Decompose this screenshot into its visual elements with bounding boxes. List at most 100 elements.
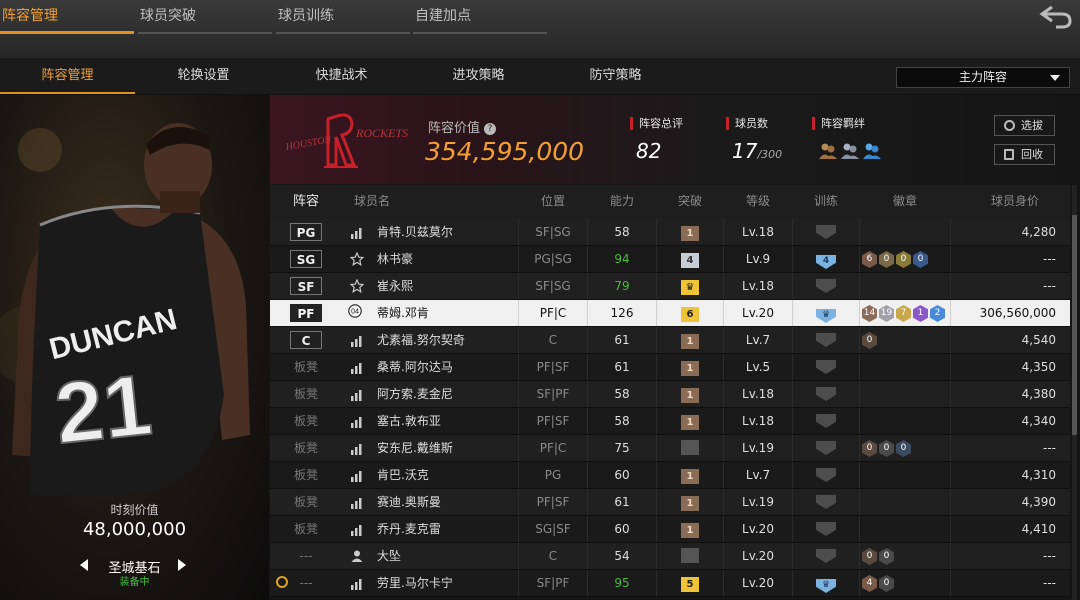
table-row[interactable]: SG 林书豪 PG|SG 94 4 Lv.9 4 6 0 0 0 --- [270,246,1070,273]
badge-hex-icon: 4 [862,575,877,592]
training-cell[interactable] [792,327,860,353]
col-position[interactable]: 位置 [518,185,588,218]
lineup-slot-cell[interactable]: SG [270,246,342,272]
table-row[interactable]: 板凳 乔丹.麦克雷 SG|SF 60 1 Lv.20 4,410 [270,516,1070,543]
subtab-defense[interactable]: 防守策略 [548,58,683,94]
training-cell[interactable] [792,273,860,299]
tab-custom-points[interactable]: 自建加点 [413,0,547,34]
lineup-slot-badge: SG [290,250,322,268]
player-name: 桑蒂.阿尔达马 [377,360,453,374]
lineup-slot-cell[interactable]: PG [270,219,342,245]
player-name: 崔永熙 [377,279,414,293]
subtab-rotation[interactable]: 轮换设置 [136,58,271,94]
table-header: 阵容 球员名 位置 能力 突破 等级 训练 徽章 球员身价 [270,185,1070,219]
level-cell: Lv.7 [745,468,771,482]
lineup-slot-cell[interactable]: 板凳 [270,462,342,488]
training-cell[interactable] [792,381,860,407]
table-row[interactable]: 板凳 塞古.敦布亚 PF|SF 58 1 Lv.18 4,340 [270,408,1070,435]
scrollbar-thumb[interactable] [1072,215,1077,435]
team-bond-icons[interactable] [817,141,887,161]
table-row[interactable]: --- 大坠 C 54 Lv.20 0 0 --- [270,543,1070,570]
training-cell[interactable] [792,219,860,245]
badge-list[interactable]: 00 [862,543,896,569]
training-cell[interactable]: ♛ [792,570,860,596]
col-worth[interactable]: 球员身价 [970,185,1060,218]
position-cell: SF|PF [518,381,588,407]
training-cell[interactable] [792,462,860,488]
table-row[interactable]: SF 崔永熙 SF|SG 79 ♛ Lv.18 --- [270,273,1070,300]
subtab-lineup[interactable]: 阵容管理 [0,58,135,94]
signal-bars-icon [351,417,362,428]
training-cell[interactable]: 4 [792,246,860,272]
table-scrollbar[interactable] [1072,185,1077,600]
table-row[interactable]: --- 劳里.马尔卡宁 SF|PF 95 5 Lv.20 ♛ 4 0 --- [270,570,1070,597]
lineup-slot-cell[interactable]: 板凳 [270,354,342,380]
team-bond-label: 阵容羁绊 [812,117,865,130]
help-icon[interactable]: ? [484,123,497,135]
table-row[interactable]: C 尤素福.努尔契奇 C 61 1 Lv.7 0 4,540 [270,327,1070,354]
level-cell: Lv.19 [742,495,774,509]
tab-player-training[interactable]: 球员训练 [276,0,410,34]
badge-list[interactable]: 0 [862,327,879,353]
next-card-arrow-icon[interactable] [178,559,186,571]
recycle-button[interactable]: 回收 [994,144,1055,165]
lineup-slot-cell[interactable]: 板凳 [270,435,342,461]
lineup-slot-badge: SF [290,277,322,295]
subtab-quick-tactics[interactable]: 快捷战术 [274,58,409,94]
table-row[interactable]: 板凳 赛迪.奥斯曼 PF|SF 61 1 Lv.19 4,390 [270,489,1070,516]
training-cell[interactable] [792,489,860,515]
table-row[interactable]: PF 04 蒂姆.邓肯 PF|C 126 6 Lv.20 ♛ 14 19 7 1 2 306,560,00… [270,300,1070,327]
badge-list[interactable]: 000 [862,435,913,461]
tab-player-breakthrough[interactable]: 球员突破 [138,0,272,34]
col-lineup[interactable]: 阵容 [270,185,342,218]
table-row[interactable]: 板凳 安东尼.戴维斯 PF|C 75 Lv.19 0 0 0 --- [270,435,1070,462]
training-cell[interactable]: ♛ [792,300,860,326]
col-name[interactable]: 球员名 [342,185,402,218]
lineup-slot-cell[interactable]: 板凳 [270,489,342,515]
lineup-slot-cell[interactable]: --- [270,543,342,569]
lineup-slot-cell[interactable]: C [270,327,342,353]
moment-value-label: 时刻价值 [110,503,159,517]
roster-table: 阵容 球员名 位置 能力 突破 等级 训练 徽章 球员身价 PG 肯特.贝兹莫尔 S… [270,185,1070,597]
select-players-label: 选拔 [1021,119,1043,132]
table-row[interactable]: 板凳 肯巴.沃克 PG 60 1 Lv.7 4,310 [270,462,1070,489]
lineup-slot-cell[interactable]: PF [270,300,342,326]
col-level[interactable]: 等级 [724,185,792,218]
col-badge[interactable]: 徽章 [860,185,950,218]
rockets-logo-icon: HOUSTON ROCKETS [284,113,408,168]
ability-cell: 60 [614,468,630,482]
lineup-slot-text: --- [299,576,313,590]
ability-cell: 94 [614,252,630,266]
level-cell: Lv.18 [742,387,774,401]
training-cell[interactable] [792,516,860,542]
col-ability[interactable]: 能力 [588,185,656,218]
back-arrow-icon[interactable] [1038,2,1074,30]
lineup-slot-cell[interactable]: 板凳 [270,381,342,407]
subtab-offense[interactable]: 进攻策略 [411,58,546,94]
table-row[interactable]: PG 肯特.贝兹莫尔 SF|SG 58 1 Lv.18 4,280 [270,219,1070,246]
lineup-dropdown[interactable]: 主力阵容 [896,67,1070,88]
lineup-slot-cell[interactable]: --- [270,570,342,596]
table-row[interactable]: 板凳 阿方索.麦金尼 SF|PF 58 1 Lv.18 4,380 [270,381,1070,408]
number-badge-icon: 04 [348,304,362,318]
col-training[interactable]: 训练 [792,185,860,218]
breakthrough-cell: ♛ [656,273,724,299]
badge-hex-icon: 2 [930,305,945,322]
svg-text:ROCKETS: ROCKETS [355,126,408,140]
lineup-slot-cell[interactable]: 板凳 [270,516,342,542]
breakthrough-cell: 1 [656,408,724,434]
training-cell[interactable] [792,543,860,569]
col-breakthrough[interactable]: 突破 [656,185,724,218]
badge-list[interactable]: 40 [862,570,896,596]
lineup-slot-cell[interactable]: 板凳 [270,408,342,434]
training-shield-icon [816,495,836,509]
training-cell[interactable] [792,408,860,434]
training-cell[interactable] [792,435,860,461]
badge-list[interactable]: 6000 [862,246,930,272]
tab-lineup-management[interactable]: 阵容管理 [0,0,134,34]
lineup-slot-cell[interactable]: SF [270,273,342,299]
select-players-button[interactable]: 选拔 [994,115,1055,136]
badge-list[interactable]: 14 19 7 1 2 [862,300,947,326]
table-row[interactable]: 板凳 桑蒂.阿尔达马 PF|SF 61 1 Lv.5 4,350 [270,354,1070,381]
training-cell[interactable] [792,354,860,380]
